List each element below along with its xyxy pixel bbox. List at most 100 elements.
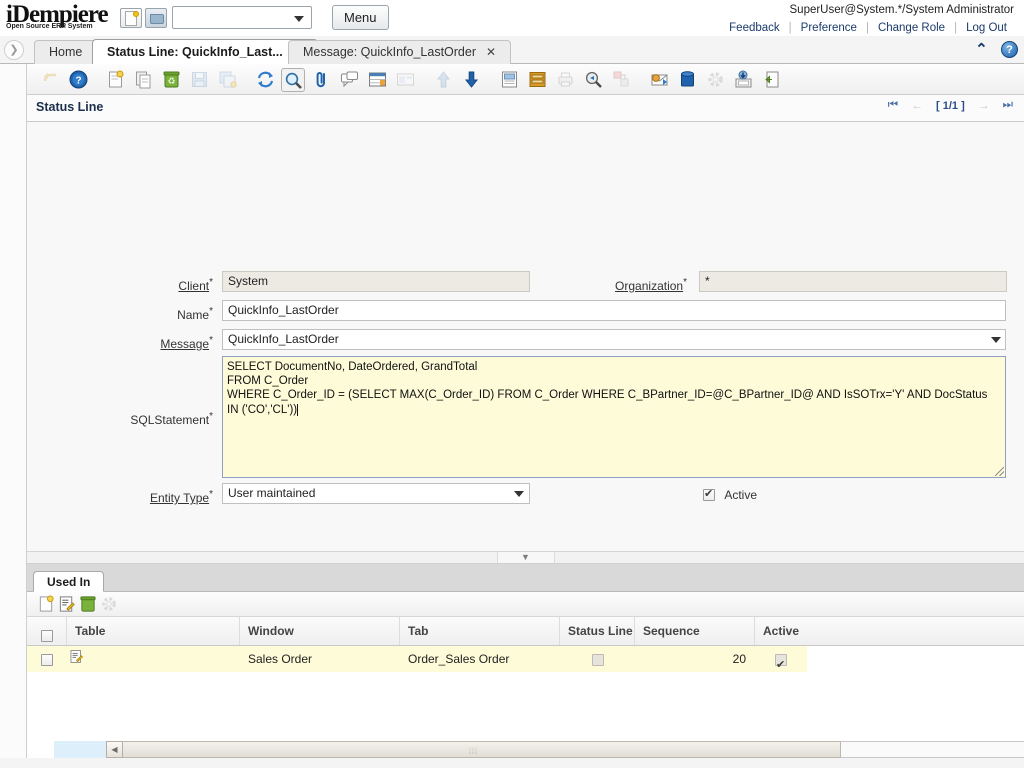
- required-marker: *: [209, 489, 213, 500]
- active-checkbox[interactable]: [703, 489, 715, 501]
- find-icon[interactable]: [281, 68, 305, 92]
- sidebar-expand-icon[interactable]: ❯: [4, 40, 24, 60]
- export-icon[interactable]: [731, 68, 755, 92]
- edit-record-icon[interactable]: [58, 595, 78, 614]
- tab-strip-actions: ⌃ ?: [975, 40, 1018, 58]
- refresh-icon[interactable]: [253, 68, 277, 92]
- help-icon[interactable]: ?: [66, 68, 90, 92]
- app-logo: iDempiere Open Source ERP System: [6, 2, 108, 30]
- chevron-up-icon[interactable]: ⌃: [975, 40, 988, 58]
- select-all-checkbox[interactable]: [41, 630, 53, 642]
- grid-toggle-icon[interactable]: [365, 68, 389, 92]
- request-icon[interactable]: [647, 68, 671, 92]
- grid-header-active[interactable]: Active: [755, 617, 1024, 645]
- first-record-icon[interactable]: ⏮: [888, 99, 898, 112]
- archive-icon[interactable]: [525, 68, 549, 92]
- change-role-link[interactable]: Change Role: [869, 22, 954, 34]
- tab-status-line[interactable]: Status Line: QuickInfo_Last...✕: [92, 39, 318, 64]
- svg-text:?: ?: [75, 76, 81, 87]
- preference-link[interactable]: Preference: [792, 22, 866, 34]
- chevron-down-icon[interactable]: [514, 491, 524, 497]
- header-links: Feedback|Preference|Change Role|Log Out: [720, 22, 1016, 34]
- print-preview-icon[interactable]: [581, 68, 605, 92]
- organization-label: Organization*: [547, 277, 687, 293]
- tab-used-in[interactable]: Used In: [33, 571, 104, 592]
- row-checkbox[interactable]: [41, 654, 53, 666]
- record-counter: [ 1/1 ]: [936, 100, 965, 112]
- chevron-down-icon[interactable]: [991, 337, 1001, 343]
- process-gear-icon[interactable]: [100, 595, 120, 614]
- undo-icon[interactable]: [38, 68, 62, 92]
- horizontal-scrollbar[interactable]: ⦙⦙⦙ ◀ ▶: [54, 741, 1024, 758]
- copy-record-icon[interactable]: [131, 68, 155, 92]
- row-tab-cell: Order_Sales Order: [400, 646, 560, 672]
- active-label: Active: [724, 488, 757, 502]
- parent-record-icon[interactable]: [431, 68, 455, 92]
- close-icon[interactable]: ✕: [486, 45, 496, 59]
- feedback-link[interactable]: Feedback: [720, 22, 789, 34]
- previous-record-icon[interactable]: ←: [911, 100, 923, 112]
- delete-record-icon[interactable]: ♻: [159, 68, 183, 92]
- row-active-cell[interactable]: [755, 646, 1024, 672]
- tab-home[interactable]: Home: [34, 40, 97, 64]
- resize-handle[interactable]: [995, 467, 1004, 476]
- report-icon[interactable]: [497, 68, 521, 92]
- table-row[interactable]: Sales Order Order_Sales Order 20: [27, 646, 1024, 672]
- zoom-across-icon[interactable]: [609, 68, 633, 92]
- menu-button[interactable]: Menu: [332, 5, 389, 30]
- scroll-left-button[interactable]: ◀: [106, 741, 123, 758]
- delete-record-icon[interactable]: [79, 595, 99, 614]
- row-select-cell[interactable]: [27, 646, 67, 672]
- required-marker: *: [209, 411, 213, 422]
- scrollbar-thumb[interactable]: ⦙⦙⦙: [106, 741, 841, 758]
- open-folder-icon[interactable]: [145, 8, 167, 28]
- print-icon[interactable]: [553, 68, 577, 92]
- grid-header-table[interactable]: Table: [67, 617, 240, 645]
- last-record-icon[interactable]: ⏭: [1003, 99, 1013, 112]
- multi-view-icon[interactable]: [393, 68, 417, 92]
- grid-header-status-line[interactable]: Status Line: [560, 617, 635, 645]
- row-status-line-cell[interactable]: [560, 646, 635, 672]
- tab-message-label: Message: QuickInfo_LastOrder: [303, 45, 476, 59]
- help-icon[interactable]: ?: [1001, 41, 1018, 58]
- main-toolbar: ? ♻: [27, 64, 1024, 95]
- new-record-icon[interactable]: [37, 595, 57, 614]
- edit-record-icon[interactable]: [69, 647, 84, 672]
- search-input[interactable]: [172, 6, 312, 29]
- row-table-cell: [67, 646, 240, 672]
- detail-record-icon[interactable]: [459, 68, 483, 92]
- product-info-icon[interactable]: [675, 68, 699, 92]
- entity-type-field[interactable]: User maintained: [222, 483, 530, 504]
- record-navigation: ⏮ ← [ 1/1 ] → ⏭: [883, 99, 1018, 112]
- tab-message[interactable]: Message: QuickInfo_LastOrder ✕: [288, 40, 511, 64]
- panel-splitter[interactable]: ▼: [27, 552, 1024, 564]
- attachment-icon[interactable]: [309, 68, 333, 92]
- message-field[interactable]: QuickInfo_LastOrder: [222, 329, 1006, 350]
- new-document-icon[interactable]: [120, 8, 142, 28]
- logout-link[interactable]: Log Out: [957, 22, 1016, 34]
- grid-header-tab[interactable]: Tab: [400, 617, 560, 645]
- chat-icon[interactable]: [337, 68, 361, 92]
- save-icon[interactable]: [187, 68, 211, 92]
- active-checkbox-group[interactable]: Active: [703, 487, 757, 502]
- message-label-text: Message: [160, 337, 209, 351]
- next-record-icon[interactable]: →: [978, 100, 990, 112]
- grid-header-sequence[interactable]: Sequence: [635, 617, 755, 645]
- grid-header-window[interactable]: Window: [240, 617, 400, 645]
- detail-tab-strip: Used In: [27, 571, 1024, 592]
- name-field[interactable]: QuickInfo_LastOrder: [222, 300, 1006, 321]
- grid-header-select-all[interactable]: [27, 617, 67, 645]
- entity-type-label: Entity Type*: [77, 489, 213, 505]
- exit-icon[interactable]: [759, 68, 783, 92]
- row-active-checkbox[interactable]: [775, 654, 787, 666]
- sqlstatement-value: SELECT DocumentNo, DateOrdered, GrandTot…: [227, 361, 991, 416]
- process-icon[interactable]: [703, 68, 727, 92]
- tab-strip: ❯ Home Status Line: QuickInfo_Last...✕ M…: [0, 36, 1024, 64]
- save-and-create-icon[interactable]: [215, 68, 239, 92]
- brand-tagline: Open Source ERP System: [6, 23, 108, 30]
- collapse-panel-icon[interactable]: ▼: [497, 552, 555, 563]
- new-record-icon[interactable]: [103, 68, 127, 92]
- sqlstatement-label-text: SQLStatement: [130, 413, 209, 427]
- status-line-checkbox[interactable]: [592, 654, 604, 666]
- sqlstatement-textarea[interactable]: SELECT DocumentNo, DateOrdered, GrandTot…: [222, 356, 1006, 478]
